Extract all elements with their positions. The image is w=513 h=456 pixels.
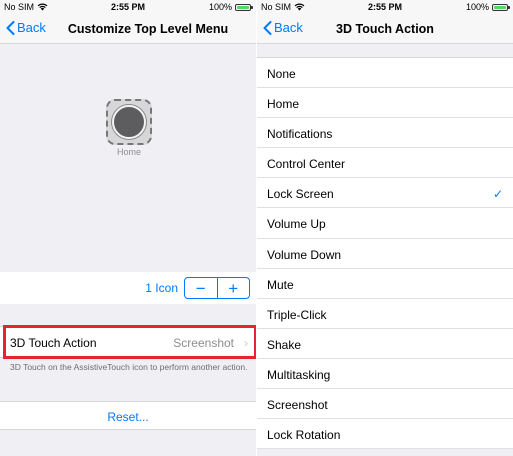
action-footnote: 3D Touch on the AssistiveTouch icon to p… bbox=[10, 362, 248, 372]
list-item-label: Home bbox=[267, 97, 300, 112]
3d-touch-action-screen: No SIM 2:55 PM 100% Back 3D Touch Action… bbox=[257, 0, 513, 456]
checkmark-icon: ✓ bbox=[492, 187, 503, 202]
reset-row: Reset... bbox=[0, 401, 256, 430]
increment-button[interactable]: + bbox=[218, 278, 250, 298]
section-gap bbox=[0, 304, 256, 326]
chevron-left-icon bbox=[6, 20, 15, 35]
list-item[interactable]: Shake bbox=[257, 329, 513, 359]
chevron-right-icon: › bbox=[244, 336, 248, 350]
battery-group: 100% bbox=[208, 2, 253, 12]
list-item-label: Volume Up bbox=[267, 217, 326, 232]
3d-touch-action-label: 3D Touch Action bbox=[10, 336, 97, 350]
list-item-label: Screenshot bbox=[267, 398, 328, 413]
list-item[interactable]: Lock Rotation bbox=[257, 419, 513, 450]
status-bar: No SIM 2:55 PM 100% bbox=[257, 0, 513, 14]
battery-icon bbox=[492, 3, 510, 11]
page-title: Customize Top Level Menu bbox=[67, 22, 229, 36]
list-item[interactable]: Mute bbox=[257, 269, 513, 299]
list-item-label: None bbox=[267, 67, 296, 81]
list-item-label: Lock Rotation bbox=[267, 428, 341, 443]
status-bar: No SIM 2:55 PM 100% bbox=[0, 0, 256, 14]
list-item[interactable]: Notifications bbox=[257, 118, 513, 149]
customize-menu-screen: No SIM 2:55 PM 100% Back Customize Top L… bbox=[0, 0, 256, 456]
nav-bar: Back 3D Touch Action bbox=[257, 14, 513, 44]
action-list: None Home Notifications Control Center Lock … bbox=[257, 57, 513, 450]
list-item[interactable]: Volume Down bbox=[257, 239, 513, 269]
list-item-label: Mute bbox=[267, 277, 294, 292]
list-item-label: Notifications bbox=[267, 127, 333, 142]
reset-button[interactable]: Reset... bbox=[107, 410, 148, 424]
icon-count-row: 1 Icon − + bbox=[0, 272, 256, 304]
decrement-button[interactable]: − bbox=[185, 278, 217, 298]
menu-preview: Home bbox=[0, 44, 256, 272]
list-item[interactable]: Control Center bbox=[257, 148, 513, 179]
list-item[interactable]: Screenshot bbox=[257, 389, 513, 420]
battery-icon bbox=[235, 3, 253, 11]
3d-touch-action-value: Screenshot bbox=[173, 336, 234, 350]
list-item[interactable]: None bbox=[257, 58, 513, 89]
list-item[interactable]: Home bbox=[257, 88, 513, 119]
list-item-label: Control Center bbox=[267, 157, 346, 172]
battery-percent: 100% bbox=[465, 2, 489, 12]
page-title: 3D Touch Action bbox=[336, 22, 434, 36]
list-item[interactable]: Lock Screen ✓ bbox=[257, 178, 513, 209]
list-item[interactable]: Volume Up bbox=[257, 208, 513, 239]
list-item-label: Shake bbox=[267, 337, 302, 352]
list-item-label: Multitasking bbox=[267, 367, 331, 382]
battery-percent: 100% bbox=[208, 2, 232, 12]
nav-bar: Back Customize Top Level Menu bbox=[0, 14, 256, 44]
3d-touch-action-row[interactable]: 3D Touch Action Screenshot › bbox=[0, 326, 256, 358]
battery-group: 100% bbox=[465, 2, 510, 12]
home-icon-label: Home bbox=[116, 147, 141, 157]
icon-count: 1 Icon bbox=[145, 281, 178, 295]
list-item-label: Triple-Click bbox=[267, 307, 327, 322]
list-item[interactable]: Multitasking bbox=[257, 359, 513, 390]
list-item[interactable]: Triple-Click bbox=[257, 299, 513, 329]
list-item-label: Lock Screen bbox=[267, 187, 334, 202]
list-item-label: Volume Down bbox=[267, 247, 342, 262]
icon-count-stepper: − + bbox=[184, 277, 250, 299]
home-button-icon[interactable] bbox=[106, 99, 152, 145]
